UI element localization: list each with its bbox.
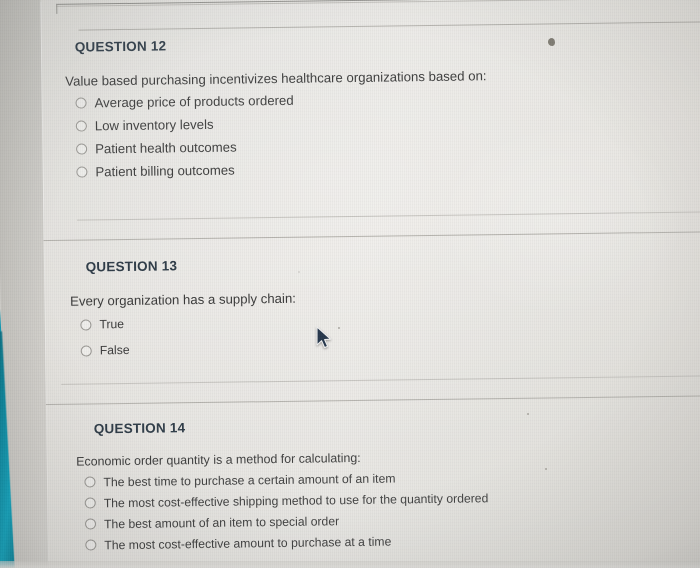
- option-row[interactable]: True: [80, 309, 296, 338]
- option-label: The most cost-effective amount to purcha…: [104, 534, 392, 552]
- option-label: Patient health outcomes: [95, 139, 237, 157]
- separator-q14-top: [1, 394, 700, 406]
- option-row[interactable]: Patient billing outcomes: [76, 155, 488, 183]
- radio-button-icon[interactable]: [76, 143, 88, 155]
- dust-speck: [545, 468, 547, 470]
- question-heading: QUESTION 12: [74, 38, 167, 55]
- question-block-13: QUESTION 13 Every organization has a sup…: [70, 257, 297, 364]
- separator-q13-bottom: [61, 374, 700, 385]
- screen-bottom-edge: [0, 561, 700, 568]
- option-row[interactable]: False: [80, 335, 297, 364]
- radio-button-icon[interactable]: [76, 166, 88, 178]
- dust-speck: [527, 413, 529, 415]
- monitor-bezel-left: [0, 0, 56, 568]
- radio-button-icon[interactable]: [80, 344, 92, 357]
- dust-speck: [338, 327, 340, 329]
- option-row[interactable]: The most cost-effective amount to purcha…: [85, 529, 489, 555]
- question-stem: Every organization has a supply chain:: [70, 290, 296, 309]
- option-label: True: [99, 317, 125, 332]
- window-frame-left-corner: [56, 3, 58, 14]
- question-block-12: QUESTION 12 Value based purchasing incen…: [65, 34, 488, 183]
- options-list: Average price of products ordered Low in…: [75, 86, 487, 183]
- option-label: The best time to purchase a certain amou…: [103, 470, 396, 489]
- separator-top: [78, 20, 700, 31]
- question-heading: QUESTION 13: [85, 258, 178, 275]
- question-stem: Value based purchasing incentivizes heal…: [65, 68, 487, 89]
- quiz-page: QUESTION 12 Value based purchasing incen…: [0, 0, 700, 568]
- radio-button-icon[interactable]: [84, 476, 96, 488]
- radio-button-icon[interactable]: [84, 497, 96, 509]
- dust-speck: [298, 271, 300, 273]
- option-label: The best amount of an item to special or…: [103, 513, 340, 531]
- option-label: The most cost-effective shipping method …: [103, 490, 489, 510]
- options-list: The best time to purchase a certain amou…: [84, 466, 489, 555]
- option-label: Patient billing outcomes: [95, 162, 235, 180]
- dust-speck: [548, 38, 555, 46]
- radio-button-icon[interactable]: [85, 539, 97, 551]
- radio-button-icon[interactable]: [75, 120, 87, 132]
- question-block-14: QUESTION 14 Economic order quantity is a…: [76, 416, 489, 555]
- radio-button-icon[interactable]: [80, 318, 92, 331]
- radio-button-icon[interactable]: [84, 518, 97, 530]
- radio-button-icon[interactable]: [75, 97, 87, 109]
- separator-q12-bottom: [77, 210, 700, 221]
- question-stem: Economic order quantity is a method for …: [76, 450, 361, 469]
- option-label: Average price of products ordered: [94, 92, 294, 111]
- quiz-screenshot: QUESTION 12 Value based purchasing incen…: [0, 0, 700, 568]
- options-list: True False: [80, 309, 296, 364]
- option-label: Low inventory levels: [94, 116, 214, 134]
- separator-q13-top: [0, 230, 700, 242]
- question-heading: QUESTION 14: [93, 420, 186, 437]
- option-label: False: [99, 342, 130, 358]
